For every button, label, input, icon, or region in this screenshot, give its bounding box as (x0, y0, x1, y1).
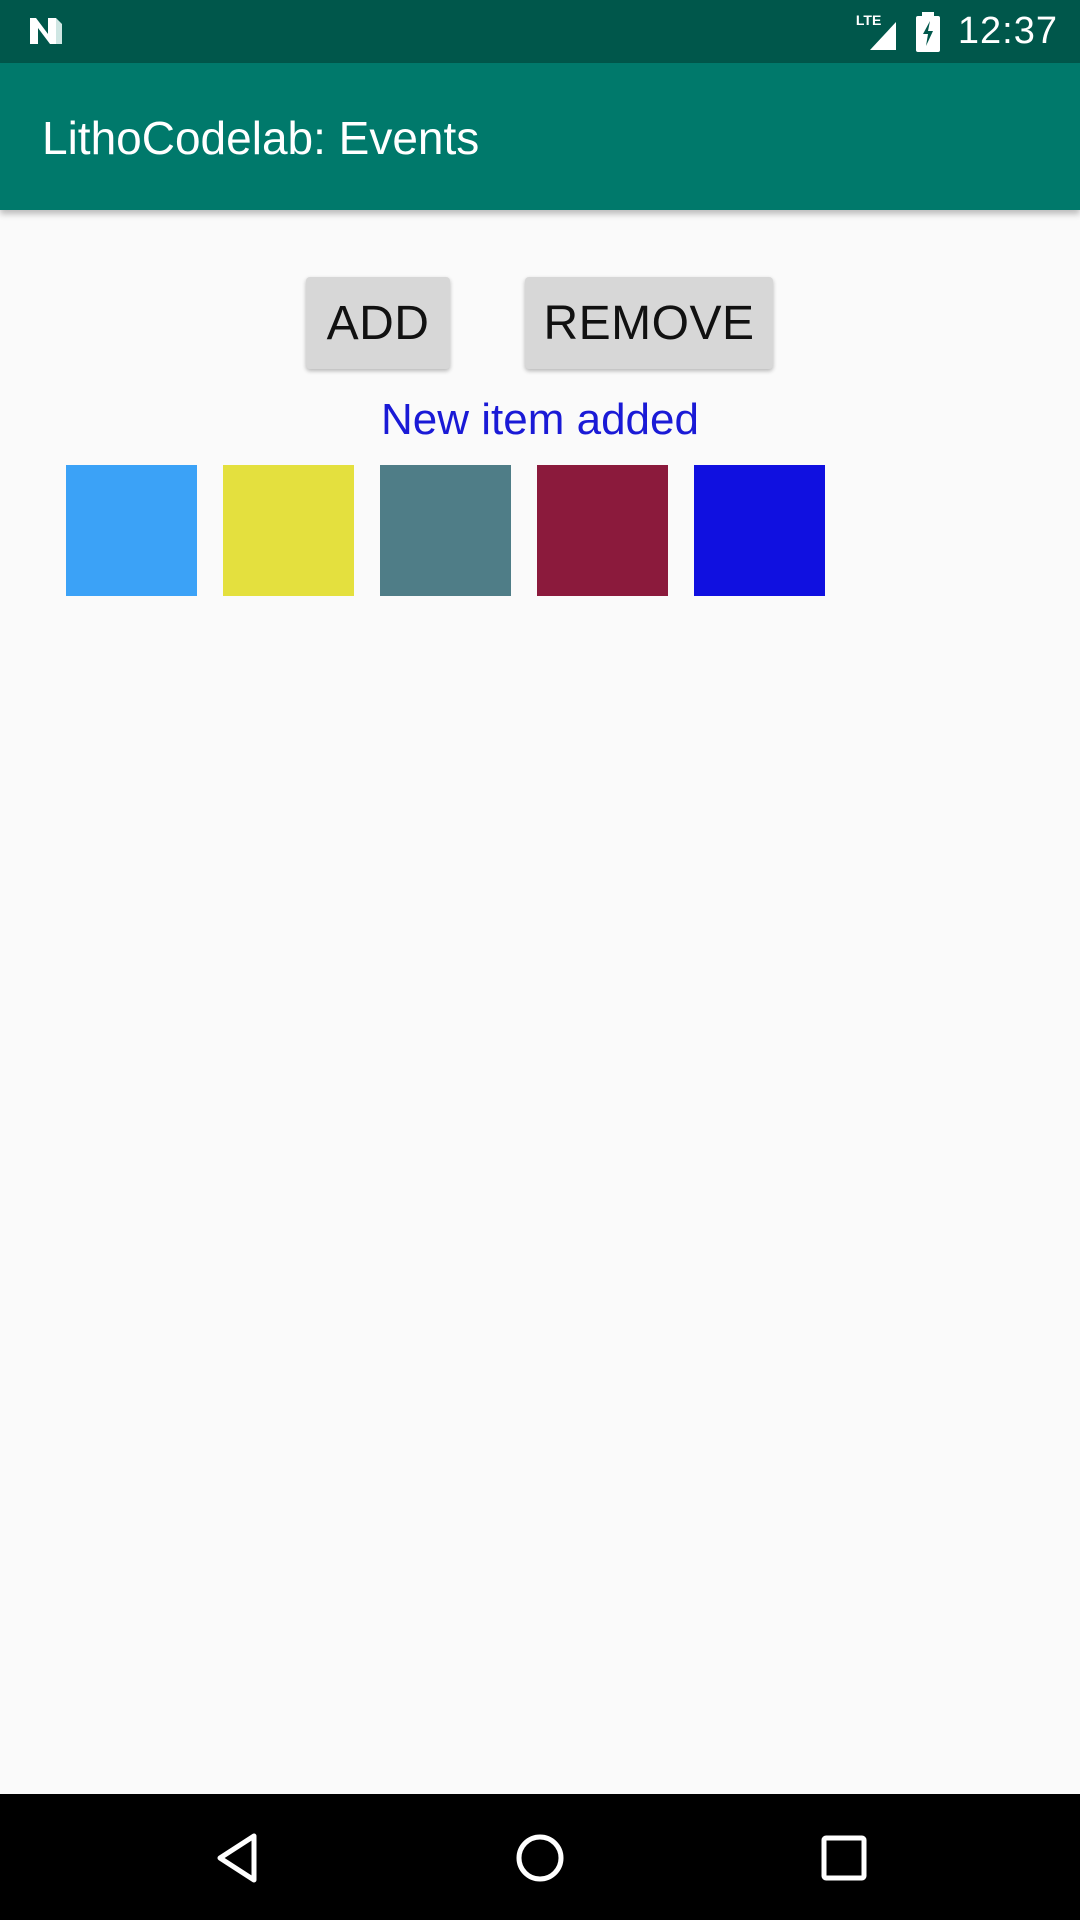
n-notification-icon (30, 18, 62, 44)
recents-square-icon[interactable] (818, 1832, 870, 1884)
status-icons: LTE 12:37 (856, 0, 1058, 63)
battery-charging-icon (915, 11, 940, 52)
status-message: New item added (381, 395, 699, 444)
app-title: LithoCodelab: Events (42, 112, 480, 164)
add-button[interactable]: ADD (306, 277, 450, 369)
back-triangle-icon[interactable] (214, 1832, 266, 1884)
color-swatch-item[interactable] (66, 465, 197, 596)
navigation-bar (0, 1794, 1080, 1920)
app-bar: LithoCodelab: Events (0, 63, 1080, 210)
cell-signal-icon: LTE (856, 12, 898, 52)
color-swatch-item[interactable] (380, 465, 511, 596)
status-clock: 12:37 (957, 10, 1058, 52)
screen: LTE 12:37 LithoCodelab: Events ADD REMOV… (0, 0, 1080, 1920)
color-swatch-item[interactable] (537, 465, 668, 596)
status-bar: LTE 12:37 (0, 0, 1080, 63)
home-circle-icon[interactable] (514, 1832, 566, 1884)
remove-button[interactable]: REMOVE (525, 277, 773, 369)
color-swatch-item[interactable] (694, 465, 825, 596)
color-swatch-item[interactable] (223, 465, 354, 596)
